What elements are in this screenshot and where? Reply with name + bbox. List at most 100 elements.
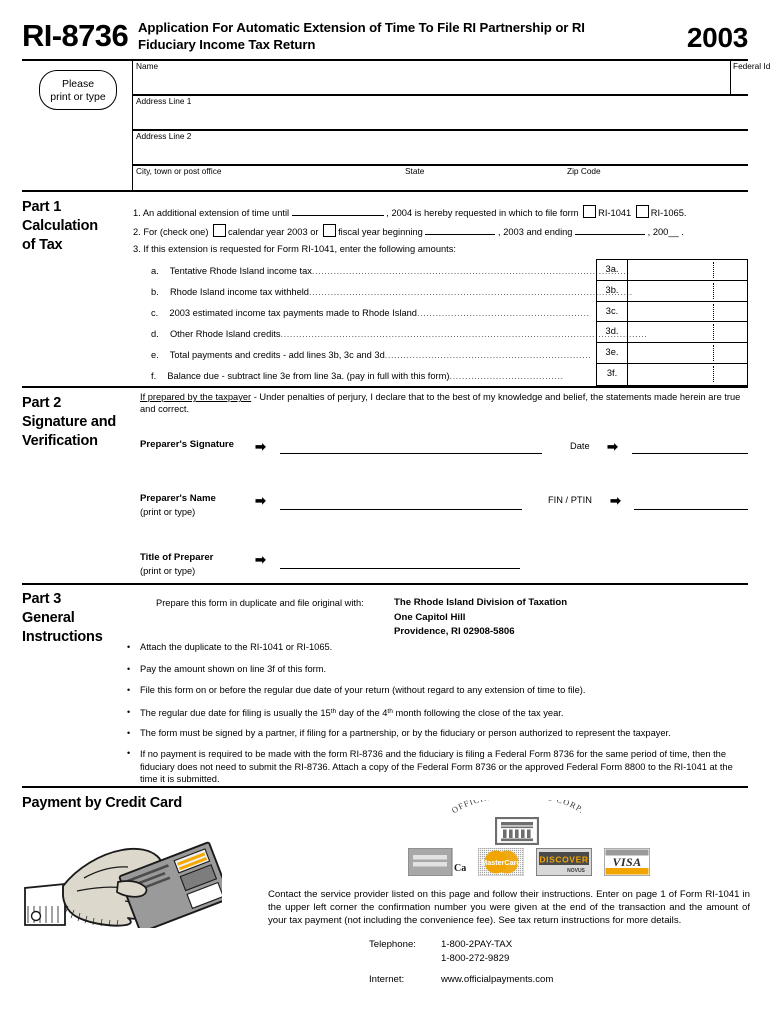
checkbox-fiscal-year[interactable] [323,224,337,237]
part1-row-d: d. Other Rhode Island credits...........… [151,328,647,340]
dot-leader: ........................................… [416,308,590,318]
title-of-preparer-sublabel: (print or type) [140,566,196,576]
amount-row-3c: 3c. [597,301,747,323]
visa-wordmark: VISA [613,855,642,869]
fein-label: Federal Identification Number [733,61,770,71]
part1-heading-line2: Calculation [22,218,98,234]
part1-line2-mid: , 2003 and ending [498,227,573,237]
extension-date-input[interactable] [291,206,384,216]
preparer-signature-value[interactable] [282,438,538,452]
part1-option-ri1065: RI-1065. [650,208,687,218]
bullet-icon: • [127,642,131,652]
internet-value[interactable]: www.officialpayments.com [441,973,553,987]
preparer-signature-line[interactable] [280,453,542,455]
amount-row-3b: 3b. [597,280,747,302]
cents-input-3c[interactable] [717,304,743,320]
amount-row-3e: 3e. [597,343,747,364]
svg-text:OFFICIAL PAYMENTS CORP.: OFFICIAL PAYMENTS CORP. [450,800,586,815]
mastercard-card-logo: MasterCard [477,847,525,877]
part1-line2: 2. For (check one) calendar year 2003 or… [133,224,684,238]
agency-line1: The Rhode Island Division of Taxation [394,597,568,608]
name-value[interactable] [137,74,697,92]
preparer-name-sublabel: (print or type) [140,507,196,517]
city-value[interactable] [137,176,397,190]
telephone-label: Telephone: [369,939,416,950]
discover-card-logo: DISCOVER NOVUS [535,847,593,877]
part1-line2-suffix: , 200__ . [647,227,684,237]
cents-divider [713,345,714,362]
form-title-line1: Application For Automatic Extension of T… [138,20,552,35]
part3-bullet-1-text: Attach the duplicate to the RI-1041 or R… [140,642,333,652]
part1-row-e: e. Total payments and credits - add line… [151,349,591,361]
preparer-name-value[interactable] [282,493,518,507]
part1-row-e-letter: e. [151,350,159,360]
part1-row-f-letter: f. [151,371,157,381]
part1-line3-intro: 3. If this extension is requested for Fo… [133,244,456,254]
name-field-row: Name Federal Identification Number [133,60,770,96]
cents-input-3b[interactable] [717,283,743,299]
form-number: RI-8736 [22,18,129,53]
part1-row-b-text: Rhode Island income tax withheld [169,287,309,297]
cents-divider [713,365,714,382]
date-value[interactable] [634,438,744,452]
address1-value[interactable] [137,109,737,127]
amount-line-no-3a: 3a. [597,260,628,280]
checkbox-ri-1065[interactable] [635,205,649,218]
title-of-preparer-line[interactable] [280,568,520,570]
fin-ptin-line[interactable] [634,509,748,511]
amount-line-no-3d: 3d. [597,322,628,343]
arrow-icon: ➡ [255,552,266,567]
cents-input-3e[interactable] [717,345,743,361]
part3-bullet-2-text: Pay the amount shown on line 3f of this … [140,664,327,674]
cents-divider [713,303,714,320]
svg-text:NOVUS: NOVUS [567,868,585,874]
amount-input-3a[interactable] [631,262,709,278]
date-line[interactable] [632,453,748,455]
checkbox-calendar-year[interactable] [213,224,227,237]
payment-section-divider [22,786,748,788]
address2-label: Address Line 2 [136,131,192,141]
cents-input-3f[interactable] [717,366,743,382]
part1-line1: 1. An additional extension of time until… [133,205,686,219]
taxpayer-info-block: Please print or type Name Federal Identi… [22,60,770,190]
fiscal-begin-input[interactable] [425,225,496,235]
part3-bullet-4-a: The regular due date for filing is usual… [140,708,331,718]
hand-with-credit-card-illustration [22,828,231,933]
checkbox-ri-1041[interactable] [583,205,597,218]
amount-input-3e[interactable] [631,345,709,361]
fin-ptin-value[interactable] [636,493,744,507]
part1-line1-prefix: 1. An additional extension of time until [133,208,290,218]
part3-bullet-5: • The form must be signed by a partner, … [127,727,755,740]
part3-bullet-1: • Attach the duplicate to the RI-1041 or… [127,641,740,654]
please-print-line1: Please [61,78,95,90]
part1-row-d-text: Other Rhode Island credits [169,329,281,339]
amount-input-3c[interactable] [631,304,709,320]
bullet-icon: • [127,685,131,695]
amount-input-3f[interactable] [631,366,709,382]
part3-file-with-label: Prepare this form in duplicate and file … [156,598,364,608]
cents-input-3a[interactable] [717,262,743,278]
part3-bullet-2: • Pay the amount shown on line 3f of thi… [127,663,740,676]
amount-input-3b[interactable] [631,283,709,299]
amount-line-no-3e: 3e. [597,343,628,363]
zip-value[interactable] [568,176,728,190]
part1-heading-line3: of Tax [22,237,63,253]
tax-year: 2003 [686,22,748,53]
part1-heading: Part 1 Calculation of Tax [22,198,98,255]
part3-bullet-4-b: day of the 4 [336,708,388,718]
fein-value[interactable] [734,74,770,92]
part1-line1-mid: , 2004 is hereby requested in which to f… [386,208,579,218]
dot-leader: ........................................… [308,287,633,297]
address2-value[interactable] [137,144,737,162]
fiscal-end-input[interactable] [575,225,646,235]
part2-heading: Part 2 Signature and Verification [22,394,116,451]
part1-row-c-letter: c. [151,308,159,318]
state-value[interactable] [406,176,556,190]
title-of-preparer-value[interactable] [282,552,516,566]
amount-input-3d[interactable] [631,324,709,340]
part3-bullet-3: • File this form on or before the regula… [127,684,750,697]
form-header: RI-8736 Application For Automatic Extens… [22,18,748,60]
preparer-name-line[interactable] [280,509,522,511]
part1-row-b: b. Rhode Island income tax withheld.....… [151,286,632,298]
cents-input-3d[interactable] [717,324,743,340]
